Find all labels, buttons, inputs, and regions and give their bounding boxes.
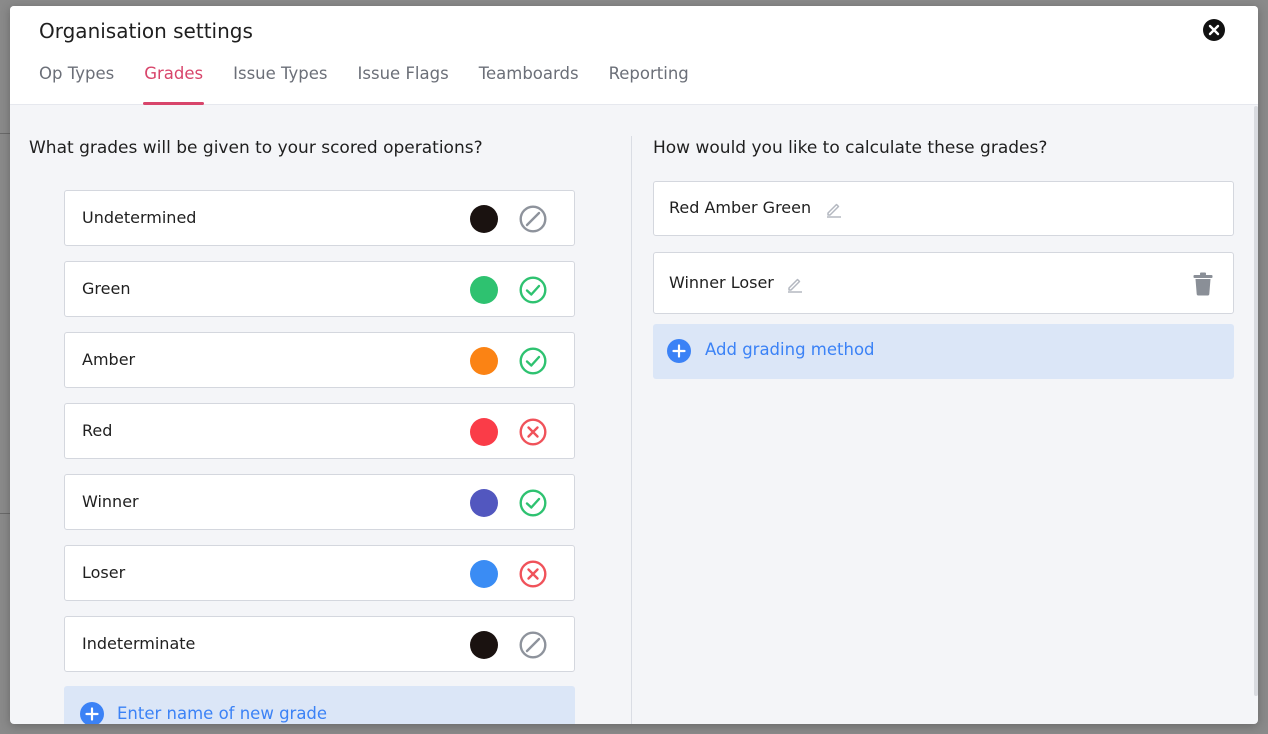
plus-circle-icon	[667, 339, 691, 363]
grade-color-swatch[interactable]	[470, 205, 498, 233]
grading-method-row[interactable]: Winner Loser	[653, 252, 1234, 314]
grading-method-label: Red Amber Green	[669, 198, 812, 217]
pencil-icon[interactable]	[786, 275, 804, 293]
tab-issue-types[interactable]: Issue Types	[233, 64, 327, 105]
methods-question: How would you like to calculate these gr…	[653, 138, 1048, 158]
grade-row[interactable]: Red	[64, 403, 575, 459]
grading-method-row[interactable]: Red Amber Green	[653, 181, 1234, 236]
x-circle-icon[interactable]	[519, 560, 547, 588]
plus-circle-icon	[80, 702, 104, 724]
close-icon	[1208, 24, 1220, 36]
add-grading-method-button[interactable]: Add grading method	[653, 324, 1234, 379]
add-grading-method-label: Add grading method	[705, 340, 875, 359]
new-grade-input[interactable]: Enter name of new grade	[64, 686, 575, 724]
grade-color-swatch[interactable]	[470, 276, 498, 304]
grade-label: Indeterminate	[82, 634, 196, 653]
modal-header: Organisation settings Op Types Grades Is…	[10, 6, 1258, 105]
grade-row[interactable]: Green	[64, 261, 575, 317]
grade-label: Winner	[82, 492, 139, 511]
tab-op-types[interactable]: Op Types	[39, 64, 114, 105]
background-divider	[0, 513, 10, 514]
grade-label: Red	[82, 421, 113, 440]
grade-label: Loser	[82, 563, 126, 582]
grades-pane: What grades will be given to your scored…	[10, 106, 631, 724]
grading-method-label: Winner Loser	[669, 273, 774, 292]
grade-label: Green	[82, 279, 131, 298]
grades-question: What grades will be given to your scored…	[29, 138, 483, 158]
x-circle-icon[interactable]	[519, 418, 547, 446]
grade-row[interactable]: Amber	[64, 332, 575, 388]
grade-color-swatch[interactable]	[470, 418, 498, 446]
trash-icon[interactable]	[1192, 272, 1214, 296]
grade-label: Amber	[82, 350, 136, 369]
check-circle-icon[interactable]	[519, 489, 547, 517]
grading-methods-pane: How would you like to calculate these gr…	[632, 106, 1258, 724]
modal-title: Organisation settings	[39, 19, 253, 43]
check-circle-icon[interactable]	[519, 276, 547, 304]
pencil-icon[interactable]	[825, 200, 843, 218]
close-button[interactable]	[1203, 19, 1225, 41]
check-circle-icon[interactable]	[519, 347, 547, 375]
grade-color-swatch[interactable]	[470, 489, 498, 517]
grade-color-swatch[interactable]	[470, 631, 498, 659]
grade-color-swatch[interactable]	[470, 560, 498, 588]
background-divider	[0, 133, 10, 134]
tab-issue-flags[interactable]: Issue Flags	[358, 64, 449, 105]
organisation-settings-modal: Organisation settings Op Types Grades Is…	[10, 6, 1258, 724]
settings-tabs: Op Types Grades Issue Types Issue Flags …	[39, 64, 719, 105]
grade-row[interactable]: Indeterminate	[64, 616, 575, 672]
ban-icon[interactable]	[519, 205, 547, 233]
scrollbar[interactable]	[1254, 106, 1258, 696]
tab-teamboards[interactable]: Teamboards	[479, 64, 579, 105]
grade-row[interactable]: Winner	[64, 474, 575, 530]
new-grade-placeholder: Enter name of new grade	[117, 704, 328, 723]
tab-reporting[interactable]: Reporting	[609, 64, 689, 105]
grade-row[interactable]: Undetermined	[64, 190, 575, 246]
ban-icon[interactable]	[519, 631, 547, 659]
tab-grades[interactable]: Grades	[143, 64, 205, 105]
grade-color-swatch[interactable]	[470, 347, 498, 375]
grade-label: Undetermined	[82, 208, 197, 227]
grade-row[interactable]: Loser	[64, 545, 575, 601]
